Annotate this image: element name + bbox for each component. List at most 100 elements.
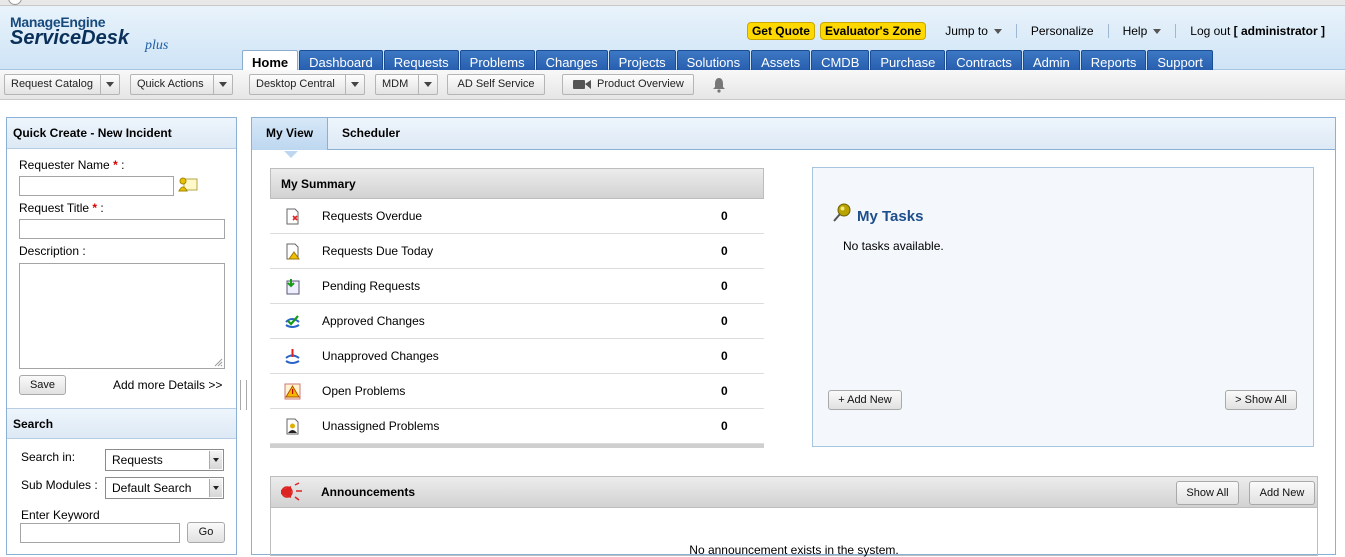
personalize-link[interactable]: Personalize [1031, 24, 1094, 38]
logout-link[interactable]: Log out [ administrator ] [1190, 24, 1325, 38]
tab-scheduler[interactable]: Scheduler [328, 118, 414, 150]
mdm-label: MDM [382, 78, 409, 90]
add-task-button[interactable]: + Add New [828, 390, 902, 410]
summary-count[interactable]: 0 [721, 304, 728, 339]
mdm-button[interactable]: MDM [375, 74, 438, 95]
product-overview-label: Product Overview [597, 78, 684, 90]
sub-modules-value: Default Search [112, 481, 192, 495]
video-camera-icon [573, 80, 591, 89]
browser-button-icon[interactable] [8, 0, 22, 5]
summary-count[interactable]: 0 [721, 374, 728, 409]
summary-label: Unapproved Changes [322, 349, 439, 363]
desktop-central-label: Desktop Central [256, 78, 335, 90]
my-tasks-title: My Tasks [857, 208, 924, 225]
product-overview-button[interactable]: Product Overview [562, 74, 694, 95]
announcements-panel: Announcements Show All Add New No announ… [270, 476, 1318, 557]
search-in-select[interactable]: Requests [105, 449, 224, 471]
show-all-tasks-button[interactable]: > Show All [1225, 390, 1297, 410]
pending-icon [286, 279, 300, 295]
no-tasks-message: No tasks available. [843, 239, 944, 253]
keyword-label: Enter Keyword [21, 508, 100, 522]
divider [1175, 24, 1177, 38]
overdue-icon [286, 208, 299, 225]
list-item[interactable]: Requests Overdue 0 [270, 199, 764, 234]
toolbar: Request Catalog Quick Actions Desktop Ce… [0, 70, 1345, 100]
list-item[interactable]: Approved Changes 0 [270, 304, 764, 339]
logout-user: [ administrator ] [1233, 24, 1325, 38]
logo[interactable]: ManageEngine ServiceDesk plus [10, 14, 168, 53]
search-title: Search [7, 408, 236, 439]
logo-brand-main: ServiceDesk [10, 27, 129, 49]
logo-brand-plus: plus [145, 38, 169, 53]
description-label: Description : [19, 244, 86, 258]
summary-label: Pending Requests [322, 279, 421, 293]
my-summary: My Summary Requests Overdue 0 Requests Du… [270, 168, 764, 448]
my-summary-title: My Summary [270, 168, 764, 199]
show-all-announcements-button[interactable]: Show All [1176, 481, 1239, 505]
add-announcement-button[interactable]: Add New [1249, 481, 1315, 505]
list-item[interactable]: Requests Due Today 0 [270, 234, 764, 269]
add-more-details-link[interactable]: Add more Details >> [113, 378, 222, 392]
announcements-title: Announcements [321, 485, 416, 499]
requester-lookup-icon[interactable] [178, 177, 198, 193]
help-menu[interactable]: Help [1123, 24, 1162, 38]
list-item[interactable]: Unapproved Changes 0 [270, 339, 764, 374]
divider [1015, 24, 1017, 38]
quick-actions-button[interactable]: Quick Actions [130, 74, 233, 95]
chevron-down-icon[interactable] [213, 75, 232, 94]
quick-actions-label: Quick Actions [137, 78, 204, 90]
list-item[interactable]: Unassigned Problems 0 [270, 409, 764, 444]
chevron-down-icon [1153, 29, 1162, 35]
keyword-input[interactable] [20, 523, 180, 543]
chevron-down-icon [209, 451, 222, 469]
announcements-header: Announcements Show All Add New [271, 477, 1317, 508]
chevron-down-icon [209, 479, 222, 497]
approved-icon [285, 315, 300, 328]
resize-handle-icon[interactable] [214, 358, 223, 367]
jump-to-menu[interactable]: Jump to [945, 24, 1002, 38]
request-title-label: Request Title * : [19, 201, 104, 215]
summary-label: Approved Changes [322, 314, 425, 328]
help-label: Help [1122, 24, 1148, 38]
evaluators-zone-button[interactable]: Evaluator's Zone [819, 22, 927, 40]
bell-icon[interactable] [711, 77, 727, 93]
chevron-down-icon[interactable] [345, 75, 364, 94]
required-mark: * [92, 201, 98, 215]
quick-create-title: Quick Create - New Incident [7, 118, 236, 149]
desktop-central-button[interactable]: Desktop Central [249, 74, 365, 95]
request-title-text: Request Title [19, 201, 90, 215]
due-today-icon [286, 243, 300, 260]
panel-splitter[interactable] [240, 380, 247, 410]
chevron-down-icon[interactable] [100, 75, 119, 94]
left-panel: Quick Create - New Incident Requester Na… [6, 117, 237, 555]
requester-name-input[interactable] [19, 176, 174, 196]
go-button[interactable]: Go [187, 522, 225, 543]
required-mark: * [113, 158, 118, 172]
request-catalog-button[interactable]: Request Catalog [4, 74, 120, 95]
tab-my-view[interactable]: My View [252, 118, 329, 158]
main-content: My View Scheduler My Summary Requests Ov… [251, 117, 1336, 557]
description-textarea[interactable] [19, 263, 225, 369]
requester-name-text: Requester Name [19, 158, 110, 172]
summary-count[interactable]: 0 [721, 234, 728, 269]
app-header: ManageEngine ServiceDesk plus Get Quote … [0, 6, 1345, 75]
get-quote-button[interactable]: Get Quote [746, 22, 815, 40]
logout-label: Log out [1190, 24, 1231, 38]
ad-self-service-button[interactable]: AD Self Service [447, 74, 545, 95]
jump-to-label: Jump to [945, 24, 988, 38]
view-tabs: My View Scheduler [252, 118, 1335, 158]
megaphone-icon [281, 482, 302, 501]
summary-count[interactable]: 0 [721, 199, 728, 234]
chevron-down-icon [993, 29, 1002, 35]
request-title-input[interactable] [19, 219, 225, 239]
summary-label: Open Problems [322, 384, 406, 398]
save-button[interactable]: Save [19, 375, 66, 395]
summary-count[interactable]: 0 [721, 409, 728, 444]
sub-modules-select[interactable]: Default Search [105, 477, 224, 499]
colon: : [100, 201, 104, 215]
list-item[interactable]: Pending Requests 0 [270, 269, 764, 304]
list-item[interactable]: Open Problems 0 [270, 374, 764, 409]
summary-count[interactable]: 0 [721, 269, 728, 304]
summary-count[interactable]: 0 [721, 339, 728, 374]
chevron-down-icon[interactable] [418, 75, 437, 94]
